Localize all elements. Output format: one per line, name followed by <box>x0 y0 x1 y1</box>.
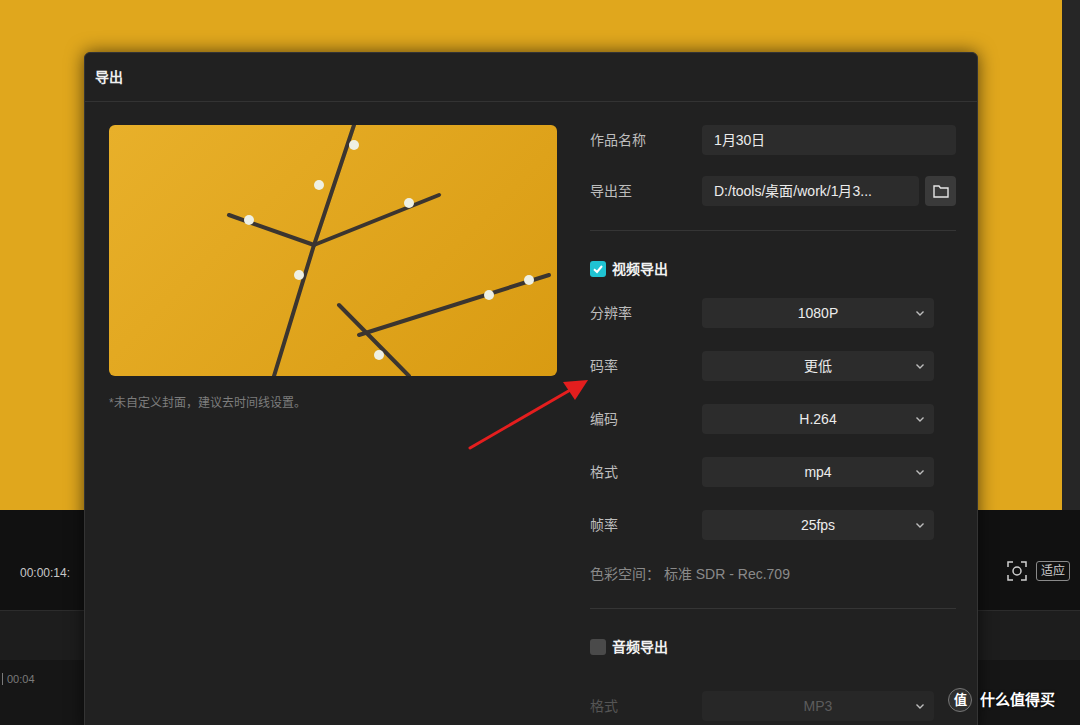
setting-dropdown[interactable]: 1080P <box>702 298 934 328</box>
path-field[interactable]: D:/tools/桌面/work/1月3... <box>702 176 919 206</box>
dialog-title: 导出 <box>95 67 123 88</box>
field-wrap: 1月30日 <box>702 125 956 155</box>
setting-value: 1080P <box>798 303 838 324</box>
preview-side <box>1062 0 1080 510</box>
color-space: 色彩空间： 标准 SDR - Rec.709 <box>590 565 956 583</box>
watermark: 值什么值得买 <box>948 688 1055 712</box>
setting-dropdown[interactable]: 更低 <box>702 351 934 381</box>
setting-value: 25fps <box>801 515 835 536</box>
separator <box>590 608 956 609</box>
setting-row: 格式 mp4 <box>590 457 956 487</box>
timecode: 00:00:14: <box>20 566 70 580</box>
setting-label: 分辨率 <box>590 303 702 324</box>
field-label: 作品名称 <box>590 130 702 151</box>
setting-row: 分辨率 1080P <box>590 298 956 328</box>
field-label: 导出至 <box>590 181 702 202</box>
field-wrap: D:/tools/桌面/work/1月3... <box>702 176 956 206</box>
watermark-text: 什么值得买 <box>980 689 1055 712</box>
chevron-down-icon <box>915 308 925 318</box>
focus-icon[interactable] <box>1006 560 1028 582</box>
setting-label: 格式 <box>590 696 702 717</box>
ruler-mark: 00:04 <box>2 673 35 685</box>
setting-label: 编码 <box>590 409 702 430</box>
setting-row: 帧率 25fps <box>590 510 956 540</box>
setting-dropdown[interactable]: H.264 <box>702 404 934 434</box>
chevron-down-icon <box>915 701 925 711</box>
chevron-down-icon <box>915 467 925 477</box>
section-header[interactable]: 音频导出 <box>590 636 956 658</box>
setting-dropdown[interactable]: 25fps <box>702 510 934 540</box>
setting-value: MP3 <box>804 696 833 717</box>
setting-value: H.264 <box>799 409 836 430</box>
section-header[interactable]: 视频导出 <box>590 258 956 280</box>
setting-dropdown[interactable]: mp4 <box>702 457 934 487</box>
chevron-down-icon <box>915 520 925 530</box>
folder-icon <box>933 184 949 198</box>
section-checkbox[interactable] <box>590 261 606 277</box>
red-arrow-icon <box>0 0 1080 725</box>
settings-panel: 作品名称1月30日导出至D:/tools/桌面/work/1月3...视频导出分… <box>590 125 956 721</box>
chevron-down-icon <box>915 361 925 371</box>
chevron-down-icon <box>915 414 925 424</box>
field-row: 作品名称1月30日 <box>590 125 956 155</box>
setting-row: 格式 MP3 <box>590 691 956 721</box>
section-checkbox[interactable] <box>590 639 606 655</box>
dialog-body: *未自定义封面，建议去时间线设置。作品名称1月30日导出至D:/tools/桌面… <box>85 102 977 721</box>
export-dialog: 导出*未自定义封面，建议去时间线设置。作品名称1月30日导出至D:/tools/… <box>84 52 978 725</box>
setting-value: mp4 <box>804 462 831 483</box>
cover-panel: *未自定义封面，建议去时间线设置。 <box>109 125 557 721</box>
dialog-header: 导出 <box>85 53 977 102</box>
setting-dropdown: MP3 <box>702 691 934 721</box>
setting-value: 更低 <box>804 356 832 377</box>
watermark-badge: 值 <box>948 688 972 712</box>
section-label: 音频导出 <box>612 637 668 658</box>
cover-note: *未自定义封面，建议去时间线设置。 <box>109 394 557 412</box>
folder-button[interactable] <box>925 176 956 206</box>
setting-row: 码率 更低 <box>590 351 956 381</box>
separator <box>590 230 956 231</box>
field-row: 导出至D:/tools/桌面/work/1月3... <box>590 176 956 206</box>
name-field[interactable]: 1月30日 <box>702 125 956 155</box>
setting-label: 码率 <box>590 356 702 377</box>
cover-image[interactable] <box>109 125 557 376</box>
fit-button[interactable]: 适应 <box>1036 561 1070 581</box>
setting-label: 格式 <box>590 462 702 483</box>
setting-label: 帧率 <box>590 515 702 536</box>
setting-row: 编码 H.264 <box>590 404 956 434</box>
section-label: 视频导出 <box>612 259 668 280</box>
